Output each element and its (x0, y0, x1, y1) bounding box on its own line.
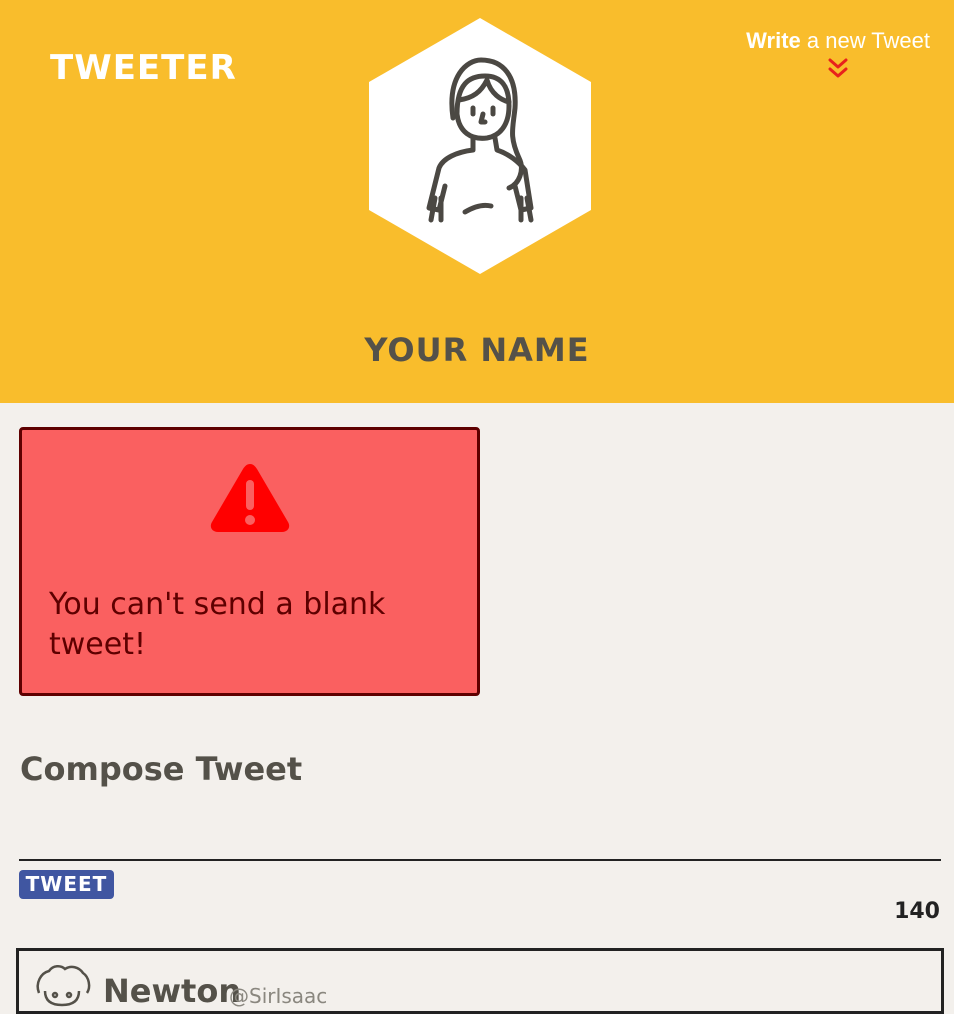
tweet-button[interactable]: TWEET (19, 870, 114, 899)
compose-title: Compose Tweet (20, 750, 303, 788)
write-new-tweet-strong: Write (746, 28, 801, 53)
write-new-tweet-rest: a new Tweet (800, 28, 930, 53)
newton-avatar-icon (36, 965, 91, 1007)
brand-logo: TWEETER (50, 48, 237, 88)
profile-avatar (369, 18, 591, 274)
profile-name: YOUR NAME (364, 331, 590, 369)
error-message-box: You can't send a blank tweet! (19, 427, 480, 696)
tweet-card: Newton @SirIsaac (16, 948, 944, 1014)
warning-triangle-icon (210, 464, 290, 532)
write-new-tweet-link[interactable]: Write a new Tweet (710, 27, 930, 55)
tweet-author-handle: @SirIsaac (229, 984, 328, 1008)
character-counter: 140 (894, 899, 940, 924)
tweet-input[interactable] (19, 805, 941, 861)
page-header: TWEETER Write a new Tweet YOUR NAME (0, 0, 954, 403)
double-chevron-down-icon[interactable] (828, 58, 848, 80)
error-message-text: You can't send a blank tweet! (49, 587, 386, 662)
tweet-author-name: Newton (103, 972, 242, 1010)
